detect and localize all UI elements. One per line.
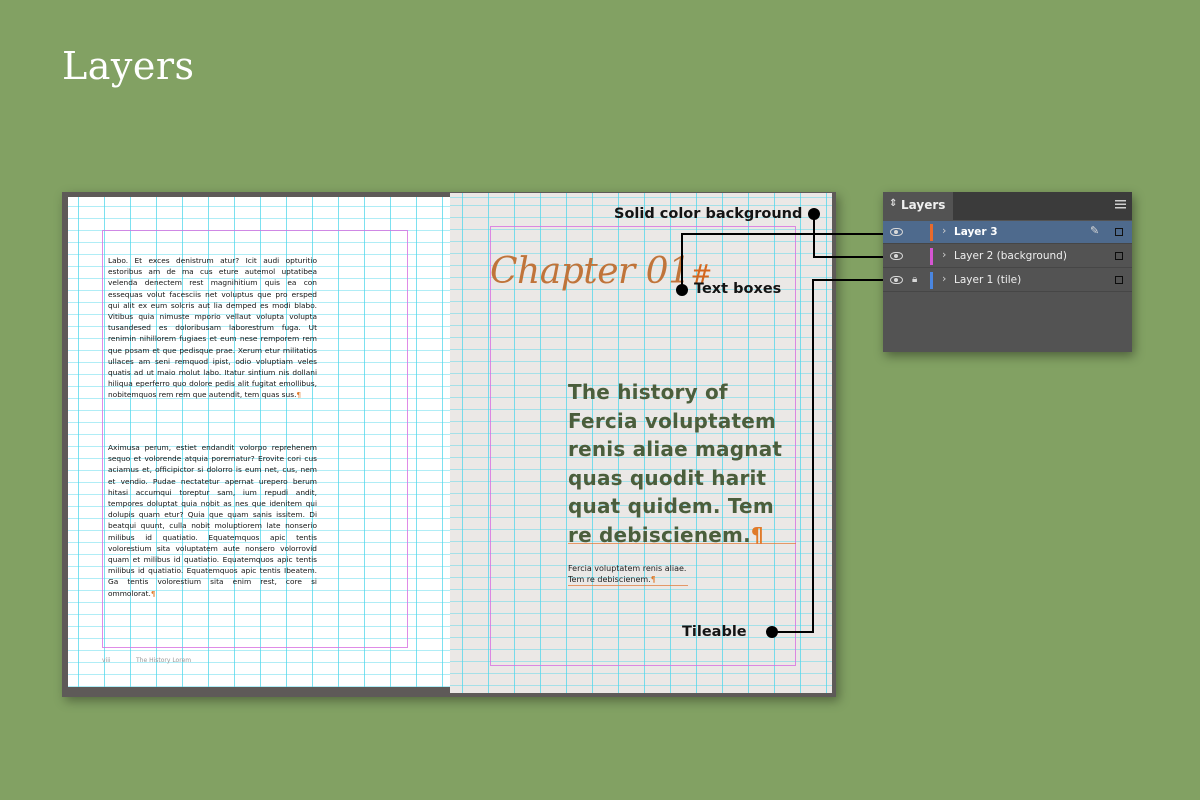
connector-line [772, 631, 814, 633]
callout-tileable: Tileable [682, 624, 747, 640]
layers-panel: ⇕ Layers › Layer 3 ✎ › Layer 2 (backgrou… [883, 192, 1132, 352]
callout-solid-color: Solid color background [614, 206, 803, 222]
callout-text-boxes: Text boxes [694, 281, 782, 297]
layer-row-1[interactable]: 🔒︎ › Layer 1 (tile) [883, 269, 1132, 292]
text-frame-edge [568, 585, 688, 586]
pilcrow-mark: ¶ [650, 575, 656, 584]
pilcrow-mark: ¶ [150, 588, 156, 598]
chapter-text: Chapter 01 [490, 251, 691, 292]
layer-row-2[interactable]: › Layer 2 (background) [883, 245, 1132, 268]
layers-tab-label: Layers [901, 198, 946, 212]
paragraph-1-text: Labo. Et exces denistrum atur? Icit audi… [108, 256, 317, 400]
layer-name: Layer 3 [954, 226, 998, 238]
body-paragraph-2[interactable]: Aximusa perum, estiet endandit volorpo r… [108, 442, 317, 614]
collapse-icon[interactable]: ⇕ [889, 198, 897, 209]
chevron-right-icon[interactable]: › [942, 224, 946, 237]
layer-row-3[interactable]: › Layer 3 ✎ [883, 221, 1132, 244]
chevron-right-icon[interactable]: › [942, 272, 946, 285]
right-page[interactable]: Chapter 01# The history of Fercia volupt… [450, 193, 832, 693]
folio-number: viii [102, 657, 111, 664]
document-spread: Labo. Et exces denistrum atur? Icit audi… [62, 192, 836, 697]
subtext-text: Fercia voluptatem renis aliae. Tem re de… [568, 564, 687, 584]
layer-color-swatch [930, 272, 933, 289]
panel-tab-bar: ⇕ Layers [883, 192, 1132, 220]
layer-color-swatch [930, 224, 933, 241]
connector-line [681, 233, 683, 290]
lock-icon[interactable]: 🔒︎ [912, 274, 917, 285]
paragraph-2-text: Aximusa perum, estiet endandit volorpo r… [108, 443, 317, 598]
layer-name: Layer 2 (background) [954, 250, 1067, 262]
subtext-box[interactable]: Fercia voluptatem renis aliae. Tem re de… [568, 563, 686, 585]
chevron-right-icon[interactable]: › [942, 248, 946, 261]
connector-line [681, 233, 907, 235]
page-heading: Layers [62, 44, 195, 88]
layer-color-swatch [930, 248, 933, 265]
left-page[interactable]: Labo. Et exces denistrum atur? Icit audi… [68, 197, 450, 687]
pen-icon: ✎ [1090, 224, 1100, 237]
connector-line [812, 280, 814, 633]
selection-square[interactable] [1115, 252, 1123, 260]
layers-tab[interactable]: ⇕ Layers [883, 192, 953, 220]
layer-name: Layer 1 (tile) [954, 274, 1022, 286]
running-footer: The History Lorem [136, 657, 192, 664]
headline-text-box[interactable]: The history of Fercia voluptatem renis a… [568, 378, 798, 549]
panel-menu-icon[interactable] [1115, 200, 1126, 209]
selection-square[interactable] [1115, 228, 1123, 236]
eye-icon[interactable] [890, 252, 903, 260]
selection-square[interactable] [1115, 276, 1123, 284]
eye-icon[interactable] [890, 228, 903, 236]
body-paragraph-1[interactable]: Labo. Et exces denistrum atur? Icit audi… [108, 255, 317, 423]
pilcrow-mark: ¶ [296, 390, 302, 400]
eye-icon[interactable] [890, 276, 903, 284]
connector-line [813, 214, 815, 257]
text-frame-edge [568, 543, 796, 544]
